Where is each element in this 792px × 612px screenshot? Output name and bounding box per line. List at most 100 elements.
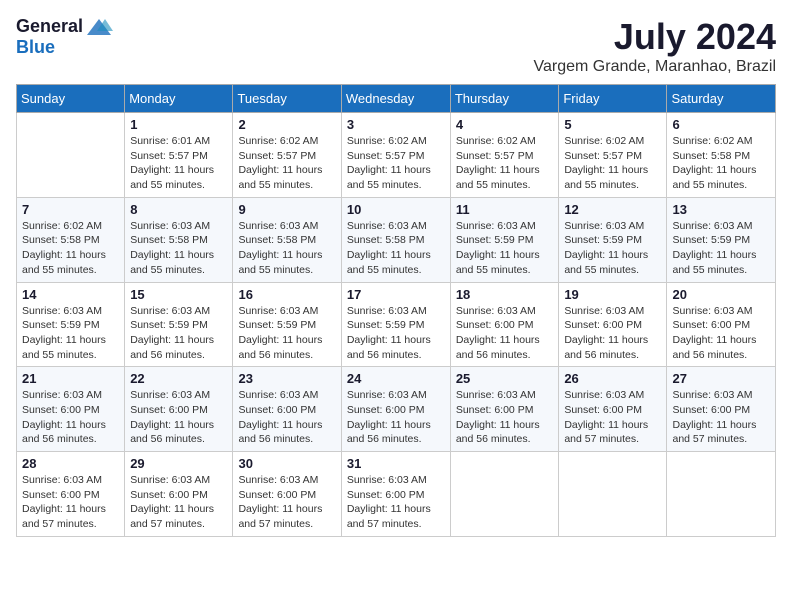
day-info: Sunrise: 6:03 AMSunset: 6:00 PMDaylight:…	[564, 388, 661, 447]
calendar-cell	[450, 452, 559, 537]
day-number: 21	[22, 371, 119, 386]
day-info: Sunrise: 6:03 AMSunset: 5:59 PMDaylight:…	[238, 304, 335, 363]
day-number: 28	[22, 456, 119, 471]
day-number: 24	[347, 371, 445, 386]
day-number: 17	[347, 287, 445, 302]
day-info: Sunrise: 6:03 AMSunset: 6:00 PMDaylight:…	[22, 388, 119, 447]
calendar-cell: 8 Sunrise: 6:03 AMSunset: 5:58 PMDaylight…	[125, 197, 233, 282]
calendar-header-friday: Friday	[559, 85, 667, 113]
day-info: Sunrise: 6:02 AMSunset: 5:57 PMDaylight:…	[347, 134, 445, 193]
day-number: 9	[238, 202, 335, 217]
day-number: 25	[456, 371, 554, 386]
calendar-cell: 15 Sunrise: 6:03 AMSunset: 5:59 PMDayligh…	[125, 282, 233, 367]
day-info: Sunrise: 6:02 AMSunset: 5:58 PMDaylight:…	[22, 219, 119, 278]
day-number: 13	[672, 202, 770, 217]
day-number: 10	[347, 202, 445, 217]
calendar-header-wednesday: Wednesday	[341, 85, 450, 113]
calendar-cell	[559, 452, 667, 537]
day-info: Sunrise: 6:03 AMSunset: 6:00 PMDaylight:…	[22, 473, 119, 532]
day-number: 19	[564, 287, 661, 302]
calendar-week-row: 21 Sunrise: 6:03 AMSunset: 6:00 PMDayligh…	[17, 367, 776, 452]
day-number: 31	[347, 456, 445, 471]
day-number: 27	[672, 371, 770, 386]
day-info: Sunrise: 6:03 AMSunset: 5:58 PMDaylight:…	[130, 219, 227, 278]
day-number: 7	[22, 202, 119, 217]
day-number: 6	[672, 117, 770, 132]
day-info: Sunrise: 6:03 AMSunset: 6:00 PMDaylight:…	[456, 388, 554, 447]
calendar-header-monday: Monday	[125, 85, 233, 113]
day-number: 30	[238, 456, 335, 471]
day-number: 18	[456, 287, 554, 302]
calendar-cell: 17Sunrise: 6:03 AMSunset: 5:59 PMDayligh…	[341, 282, 450, 367]
day-info: Sunrise: 6:03 AMSunset: 6:00 PMDaylight:…	[347, 388, 445, 447]
day-info: Sunrise: 6:03 AMSunset: 6:00 PMDaylight:…	[564, 304, 661, 363]
day-info: Sunrise: 6:02 AMSunset: 5:57 PMDaylight:…	[456, 134, 554, 193]
day-info: Sunrise: 6:03 AMSunset: 5:59 PMDaylight:…	[456, 219, 554, 278]
location-subtitle: Vargem Grande, Maranhao, Brazil	[534, 58, 776, 76]
calendar-header-saturday: Saturday	[667, 85, 776, 113]
day-number: 3	[347, 117, 445, 132]
day-info: Sunrise: 6:03 AMSunset: 5:59 PMDaylight:…	[564, 219, 661, 278]
calendar-table: SundayMondayTuesdayWednesdayThursdayFrid…	[16, 84, 776, 537]
calendar-cell: 12 Sunrise: 6:03 AMSunset: 5:59 PMDayligh…	[559, 197, 667, 282]
day-number: 1	[130, 117, 227, 132]
calendar-cell: 28 Sunrise: 6:03 AMSunset: 6:00 PMDayligh…	[17, 452, 125, 537]
calendar-cell: 19 Sunrise: 6:03 AMSunset: 6:00 PMDayligh…	[559, 282, 667, 367]
day-number: 26	[564, 371, 661, 386]
calendar-header-row: SundayMondayTuesdayWednesdayThursdayFrid…	[17, 85, 776, 113]
day-number: 5	[564, 117, 661, 132]
day-number: 2	[238, 117, 335, 132]
day-number: 15	[130, 287, 227, 302]
calendar-cell: 24 Sunrise: 6:03 AMSunset: 6:00 PMDayligh…	[341, 367, 450, 452]
calendar-cell	[17, 113, 125, 198]
day-number: 14	[22, 287, 119, 302]
logo-icon	[85, 17, 113, 37]
calendar-cell: 1 Sunrise: 6:01 AMSunset: 5:57 PMDaylight…	[125, 113, 233, 198]
calendar-cell: 5 Sunrise: 6:02 AMSunset: 5:57 PMDaylight…	[559, 113, 667, 198]
calendar-cell: 7 Sunrise: 6:02 AMSunset: 5:58 PMDaylight…	[17, 197, 125, 282]
day-info: Sunrise: 6:03 AMSunset: 5:59 PMDaylight:…	[130, 304, 227, 363]
calendar-cell: 6 Sunrise: 6:02 AMSunset: 5:58 PMDaylight…	[667, 113, 776, 198]
day-info: Sunrise: 6:03 AMSunset: 6:00 PMDaylight:…	[130, 388, 227, 447]
calendar-cell: 29Sunrise: 6:03 AMSunset: 6:00 PMDayligh…	[125, 452, 233, 537]
day-info: Sunrise: 6:03 AMSunset: 6:00 PMDaylight:…	[238, 388, 335, 447]
calendar-cell: 26 Sunrise: 6:03 AMSunset: 6:00 PMDayligh…	[559, 367, 667, 452]
day-number: 23	[238, 371, 335, 386]
calendar-cell: 3 Sunrise: 6:02 AMSunset: 5:57 PMDaylight…	[341, 113, 450, 198]
month-year-title: July 2024	[534, 16, 776, 58]
calendar-week-row: 28 Sunrise: 6:03 AMSunset: 6:00 PMDayligh…	[17, 452, 776, 537]
calendar-header-sunday: Sunday	[17, 85, 125, 113]
title-area: July 2024 Vargem Grande, Maranhao, Brazi…	[534, 16, 776, 76]
calendar-cell: 23 Sunrise: 6:03 AMSunset: 6:00 PMDayligh…	[233, 367, 341, 452]
day-number: 8	[130, 202, 227, 217]
calendar-cell: 16Sunrise: 6:03 AMSunset: 5:59 PMDayligh…	[233, 282, 341, 367]
logo: General Blue	[16, 16, 113, 58]
calendar-cell: 25 Sunrise: 6:03 AMSunset: 6:00 PMDayligh…	[450, 367, 559, 452]
calendar-header-thursday: Thursday	[450, 85, 559, 113]
day-info: Sunrise: 6:02 AMSunset: 5:57 PMDaylight:…	[564, 134, 661, 193]
day-info: Sunrise: 6:03 AMSunset: 5:58 PMDaylight:…	[238, 219, 335, 278]
calendar-cell: 31Sunrise: 6:03 AMSunset: 6:00 PMDayligh…	[341, 452, 450, 537]
day-info: Sunrise: 6:03 AMSunset: 6:00 PMDaylight:…	[130, 473, 227, 532]
calendar-cell: 21 Sunrise: 6:03 AMSunset: 6:00 PMDayligh…	[17, 367, 125, 452]
logo-blue-text: Blue	[16, 37, 55, 58]
day-info: Sunrise: 6:03 AMSunset: 6:00 PMDaylight:…	[238, 473, 335, 532]
day-info: Sunrise: 6:02 AMSunset: 5:57 PMDaylight:…	[238, 134, 335, 193]
day-number: 11	[456, 202, 554, 217]
day-number: 22	[130, 371, 227, 386]
day-info: Sunrise: 6:02 AMSunset: 5:58 PMDaylight:…	[672, 134, 770, 193]
day-info: Sunrise: 6:01 AMSunset: 5:57 PMDaylight:…	[130, 134, 227, 193]
calendar-cell: 4Sunrise: 6:02 AMSunset: 5:57 PMDaylight…	[450, 113, 559, 198]
calendar-cell: 27 Sunrise: 6:03 AMSunset: 6:00 PMDayligh…	[667, 367, 776, 452]
calendar-week-row: 1 Sunrise: 6:01 AMSunset: 5:57 PMDaylight…	[17, 113, 776, 198]
calendar-header-tuesday: Tuesday	[233, 85, 341, 113]
calendar-cell: 9 Sunrise: 6:03 AMSunset: 5:58 PMDaylight…	[233, 197, 341, 282]
calendar-cell: 18Sunrise: 6:03 AMSunset: 6:00 PMDayligh…	[450, 282, 559, 367]
day-number: 12	[564, 202, 661, 217]
day-info: Sunrise: 6:03 AMSunset: 5:59 PMDaylight:…	[22, 304, 119, 363]
header: General Blue July 2024 Vargem Grande, Ma…	[16, 16, 776, 76]
calendar-week-row: 7 Sunrise: 6:02 AMSunset: 5:58 PMDaylight…	[17, 197, 776, 282]
calendar-body: 1 Sunrise: 6:01 AMSunset: 5:57 PMDaylight…	[17, 113, 776, 537]
calendar-cell: 10Sunrise: 6:03 AMSunset: 5:58 PMDayligh…	[341, 197, 450, 282]
day-info: Sunrise: 6:03 AMSunset: 6:00 PMDaylight:…	[672, 388, 770, 447]
